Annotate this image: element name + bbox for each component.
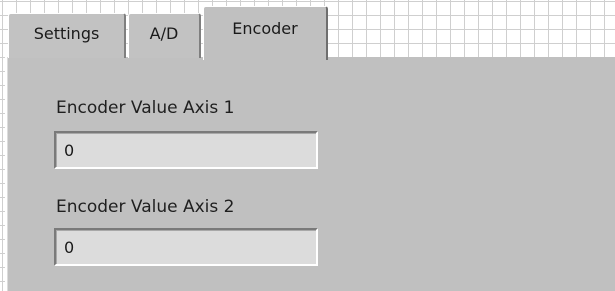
tab-settings[interactable]: Settings	[8, 13, 126, 58]
encoder-axis2-indicator: 0	[54, 228, 318, 266]
tab-a-d-label: A/D	[149, 24, 179, 43]
tab-encoder[interactable]: Encoder	[203, 6, 328, 60]
tab-encoder-label: Encoder	[232, 19, 298, 38]
encoder-axis1-value: 0	[64, 141, 75, 160]
encoder-axis2-label: Encoder Value Axis 2	[56, 197, 235, 217]
tab-control: Settings A/D Encoder Encoder Value Axis …	[0, 0, 615, 291]
encoder-axis2-value: 0	[64, 238, 75, 257]
tab-settings-label: Settings	[33, 24, 100, 43]
tab-a-d[interactable]: A/D	[128, 13, 201, 58]
encoder-axis1-label: Encoder Value Axis 1	[56, 98, 235, 118]
encoder-axis1-indicator: 0	[54, 131, 318, 169]
